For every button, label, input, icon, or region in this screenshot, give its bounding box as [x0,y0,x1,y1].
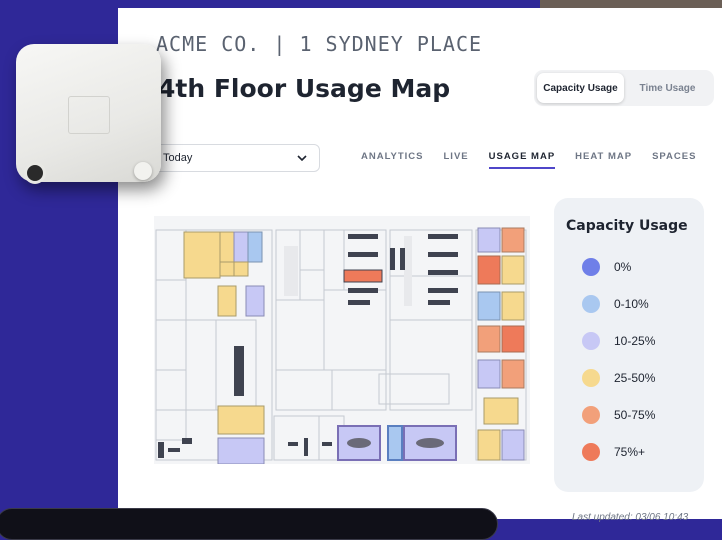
legend-label: 0% [614,259,632,274]
tab-usage-map[interactable]: USAGE MAP [488,151,556,169]
floor-plan-svg [155,227,527,464]
bottom-overlay-bar [0,508,498,540]
device-button [134,162,152,180]
background-photo [540,0,722,8]
legend-dot [582,442,600,461]
date-dropdown[interactable]: Today [152,144,320,172]
tab-live[interactable]: LIVE [444,151,469,169]
legend-label: 0-10% [614,296,649,311]
company-location: ACME CO. | 1 SYDNEY PLACE [156,32,483,56]
last-updated: Last updated: 03/06 10:43 [572,512,689,523]
tab-heat-map[interactable]: HEAT MAP [575,151,632,169]
legend-dot [582,331,600,350]
date-dropdown-value: Today [163,152,193,164]
legend-item-5: 75%+ [566,433,704,470]
legend-item-4: 50-75% [566,396,704,433]
toggle-time-usage[interactable]: Time Usage [624,73,711,103]
floor-map[interactable] [154,216,530,464]
device-lens [24,162,46,184]
chevron-down-icon [295,151,309,165]
page-title: 4th Floor Usage Map [158,74,451,103]
sensor-device-image [16,44,161,184]
legend-item-1: 0-10% [566,285,704,322]
legend-dot [582,405,600,424]
legend-item-3: 25-50% [566,359,704,396]
legend-dot [582,294,600,313]
nav-tabs: ANALYTICS LIVE USAGE MAP HEAT MAP SPACES [361,151,696,169]
legend-dot [582,257,600,276]
legend-label: 10-25% [614,333,656,348]
legend-dot [582,368,600,387]
device-logo [68,96,110,134]
legend-item-2: 10-25% [566,322,704,359]
legend-label: 25-50% [614,370,656,385]
tab-analytics[interactable]: ANALYTICS [361,151,424,169]
legend-title: Capacity Usage [566,218,688,234]
tab-spaces[interactable]: SPACES [652,151,696,169]
legend-label: 50-75% [614,407,656,422]
legend-item-0: 0% [566,248,704,285]
legend-card: Capacity Usage 0% 0-10% 10-25% 25-50% 50… [554,198,704,492]
usage-toggle: Capacity Usage Time Usage [534,70,714,106]
dashboard-panel: ACME CO. | 1 SYDNEY PLACE 4th Floor Usag… [118,8,722,523]
toggle-capacity-usage[interactable]: Capacity Usage [537,73,624,103]
legend-label: 75%+ [614,444,646,459]
